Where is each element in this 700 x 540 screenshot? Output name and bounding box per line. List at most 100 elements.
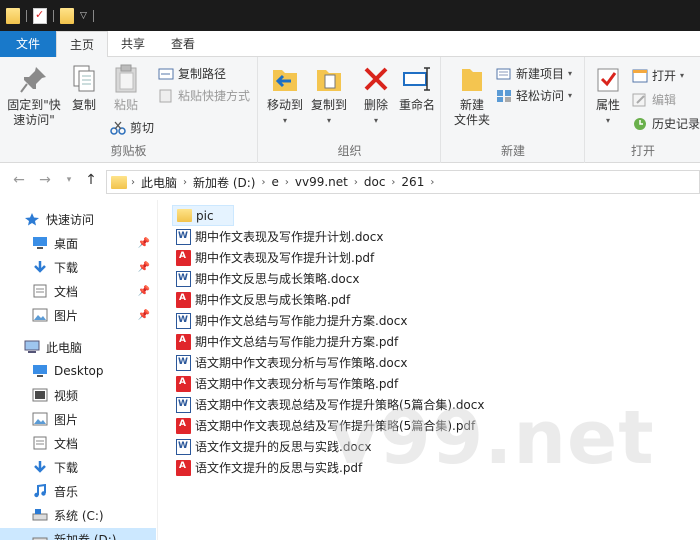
list-item[interactable]: 期中作文反思与成长策略.docx — [172, 268, 359, 289]
chevron-right-icon[interactable]: › — [430, 177, 434, 188]
copy-to-button[interactable]: 复制到 ▾ — [309, 63, 349, 128]
new-item-icon — [496, 67, 512, 81]
copy-to-chevron-down-icon: ▾ — [326, 116, 331, 125]
new-folder-icon[interactable] — [60, 7, 74, 24]
nav-item-pc-desktop[interactable]: Desktop — [32, 360, 156, 382]
nav-item-label: Desktop — [54, 364, 104, 378]
delete-button[interactable]: 删除 ▾ — [359, 63, 393, 128]
pin-icon[interactable]: 📌 — [138, 286, 150, 297]
copy-icon — [68, 63, 100, 95]
file-name: 语文作文提升的反思与实践.pdf — [195, 461, 363, 475]
recent-locations-chevron-down-icon[interactable]: ▾ — [60, 175, 78, 185]
separator — [26, 9, 27, 22]
pin-icon[interactable]: 📌 — [138, 238, 150, 249]
nav-item-documents[interactable]: 文档 📌 — [32, 280, 156, 302]
drive-icon — [32, 532, 48, 540]
breadcrumb-drive-d[interactable]: 新加卷 (D:) — [187, 174, 261, 191]
easy-access-button[interactable]: 轻松访问 ▾ — [496, 87, 572, 104]
breadcrumb-261[interactable]: 261 — [395, 175, 430, 189]
move-to-label: 移动到 — [266, 98, 303, 112]
properties-button[interactable]: 属性 ▾ — [592, 63, 624, 128]
breadcrumb-e[interactable]: e — [265, 175, 284, 189]
new-folder-button[interactable]: 新建 文件夹 — [450, 63, 494, 128]
file-name: 语文期中作文表现分析与写作策略.pdf — [195, 377, 399, 391]
nav-item-downloads[interactable]: 下载 📌 — [32, 256, 156, 278]
file-name: 期中作文总结与写作能力提升方案.pdf — [195, 335, 399, 349]
up-arrow-icon[interactable]: ↑ — [82, 172, 100, 188]
new-group: 新建 文件夹 新建项目 ▾ 轻松访问 ▾ 新建 — [442, 57, 585, 163]
forward-arrow-icon[interactable]: → — [36, 172, 54, 188]
new-item-chevron-down-icon: ▾ — [568, 69, 573, 78]
paste-shortcut-label: 粘贴快捷方式 — [178, 89, 251, 103]
properties-label: 属性 — [595, 98, 620, 112]
list-item[interactable]: 期中作文总结与写作能力提升方案.pdf — [172, 331, 398, 352]
nav-item-label: 图片 — [54, 308, 79, 323]
title-bar: ▽ — [0, 0, 700, 31]
pane-divider[interactable] — [157, 200, 158, 540]
tab-file[interactable]: 文件 — [0, 31, 57, 57]
tab-home[interactable]: 主页 — [56, 31, 109, 58]
properties-icon[interactable] — [33, 7, 47, 24]
list-item[interactable]: 语文作文提升的反思与实践.docx — [172, 436, 371, 457]
list-item[interactable]: 语文期中作文表现总结及写作提升策略(5篇合集).docx — [172, 394, 484, 415]
nav-item-pc-pictures[interactable]: 图片 — [32, 408, 156, 430]
pin-icon[interactable]: 📌 — [138, 310, 150, 321]
file-list: pic 期中作文表现及写作提升计划.docx 期中作文表现及写作提升计划.pdf 期中… — [172, 205, 700, 478]
nav-item-music[interactable]: 音乐 — [32, 480, 156, 502]
cut-button[interactable]: 剪切 — [110, 119, 154, 136]
list-item[interactable]: 期中作文表现及写作提升计划.docx — [172, 226, 383, 247]
new-folder-label-line1: 新建 — [459, 98, 484, 112]
list-item[interactable]: 语文期中作文表现分析与写作策略.pdf — [172, 373, 398, 394]
back-arrow-icon[interactable]: ← — [10, 172, 28, 188]
new-item-button[interactable]: 新建项目 ▾ — [496, 65, 572, 82]
copy-path-button[interactable]: 复制路径 — [158, 65, 226, 82]
list-item[interactable]: 期中作文总结与写作能力提升方案.docx — [172, 310, 407, 331]
file-name: 语文期中作文表现分析与写作策略.docx — [195, 356, 408, 370]
word-file-icon — [176, 312, 191, 329]
pin-icon[interactable]: 📌 — [138, 262, 150, 273]
tab-view[interactable]: 查看 — [158, 31, 208, 57]
breadcrumb-vv99[interactable]: vv99.net — [289, 175, 354, 189]
nav-item-videos[interactable]: 视频 — [32, 384, 156, 406]
edit-button[interactable]: 编辑 — [632, 91, 676, 108]
open-button[interactable]: 打开 ▾ — [632, 67, 684, 84]
nav-item-desktop[interactable]: 桌面 📌 — [32, 232, 156, 254]
nav-item-pc-downloads[interactable]: 下载 — [32, 456, 156, 478]
history-button[interactable]: 历史记录 — [632, 115, 700, 132]
nav-this-pc-label: 此电脑 — [46, 340, 83, 355]
paste-shortcut-button[interactable]: 粘贴快捷方式 — [158, 87, 250, 104]
breadcrumb-doc[interactable]: doc — [358, 175, 392, 189]
nav-item-label: 下载 — [54, 460, 79, 475]
nav-item-pictures[interactable]: 图片 📌 — [32, 304, 156, 326]
tab-share[interactable]: 共享 — [108, 31, 158, 57]
customize-toolbar-chevron-icon[interactable]: ▽ — [80, 11, 87, 21]
nav-this-pc[interactable]: 此电脑 — [24, 336, 156, 358]
edit-icon — [632, 93, 648, 107]
breadcrumb-this-pc[interactable]: 此电脑 — [135, 174, 183, 191]
pin-to-quick-access-button[interactable]: 固定到"快 速访问" — [6, 63, 62, 128]
nav-item-label: 文档 — [54, 284, 79, 299]
desktop-icon — [32, 236, 48, 250]
pdf-file-icon — [176, 375, 191, 392]
copy-button[interactable]: 复制 — [66, 63, 102, 113]
paste-button[interactable]: 粘贴 — [108, 63, 144, 113]
nav-item-drive-c[interactable]: 系统 (C:) — [32, 504, 156, 526]
move-to-button[interactable]: 移动到 ▾ — [265, 63, 305, 128]
rename-button[interactable]: 重命名 — [397, 63, 437, 113]
list-item[interactable]: pic — [172, 205, 234, 226]
new-item-label: 新建项目 — [516, 67, 565, 81]
folder-icon — [177, 209, 192, 222]
list-item[interactable]: 期中作文反思与成长策略.pdf — [172, 289, 350, 310]
properties-chevron-down-icon: ▾ — [605, 116, 610, 125]
list-item[interactable]: 语文期中作文表现总结及写作提升策略(5篇合集).pdf — [172, 415, 475, 436]
file-name: 期中作文总结与写作能力提升方案.docx — [195, 314, 408, 328]
pdf-file-icon — [176, 249, 191, 266]
download-icon — [32, 460, 48, 474]
list-item[interactable]: 语文期中作文表现分析与写作策略.docx — [172, 352, 407, 373]
picture-icon — [32, 308, 48, 322]
address-bar[interactable]: › 此电脑 › 新加卷 (D:) › e › vv99.net › doc › … — [106, 170, 700, 194]
list-item[interactable]: 期中作文表现及写作提升计划.pdf — [172, 247, 374, 268]
list-item[interactable]: 语文作文提升的反思与实践.pdf — [172, 457, 362, 478]
nav-item-pc-documents[interactable]: 文档 — [32, 432, 156, 454]
nav-item-drive-d[interactable]: 新加卷 (D:) — [0, 528, 156, 540]
